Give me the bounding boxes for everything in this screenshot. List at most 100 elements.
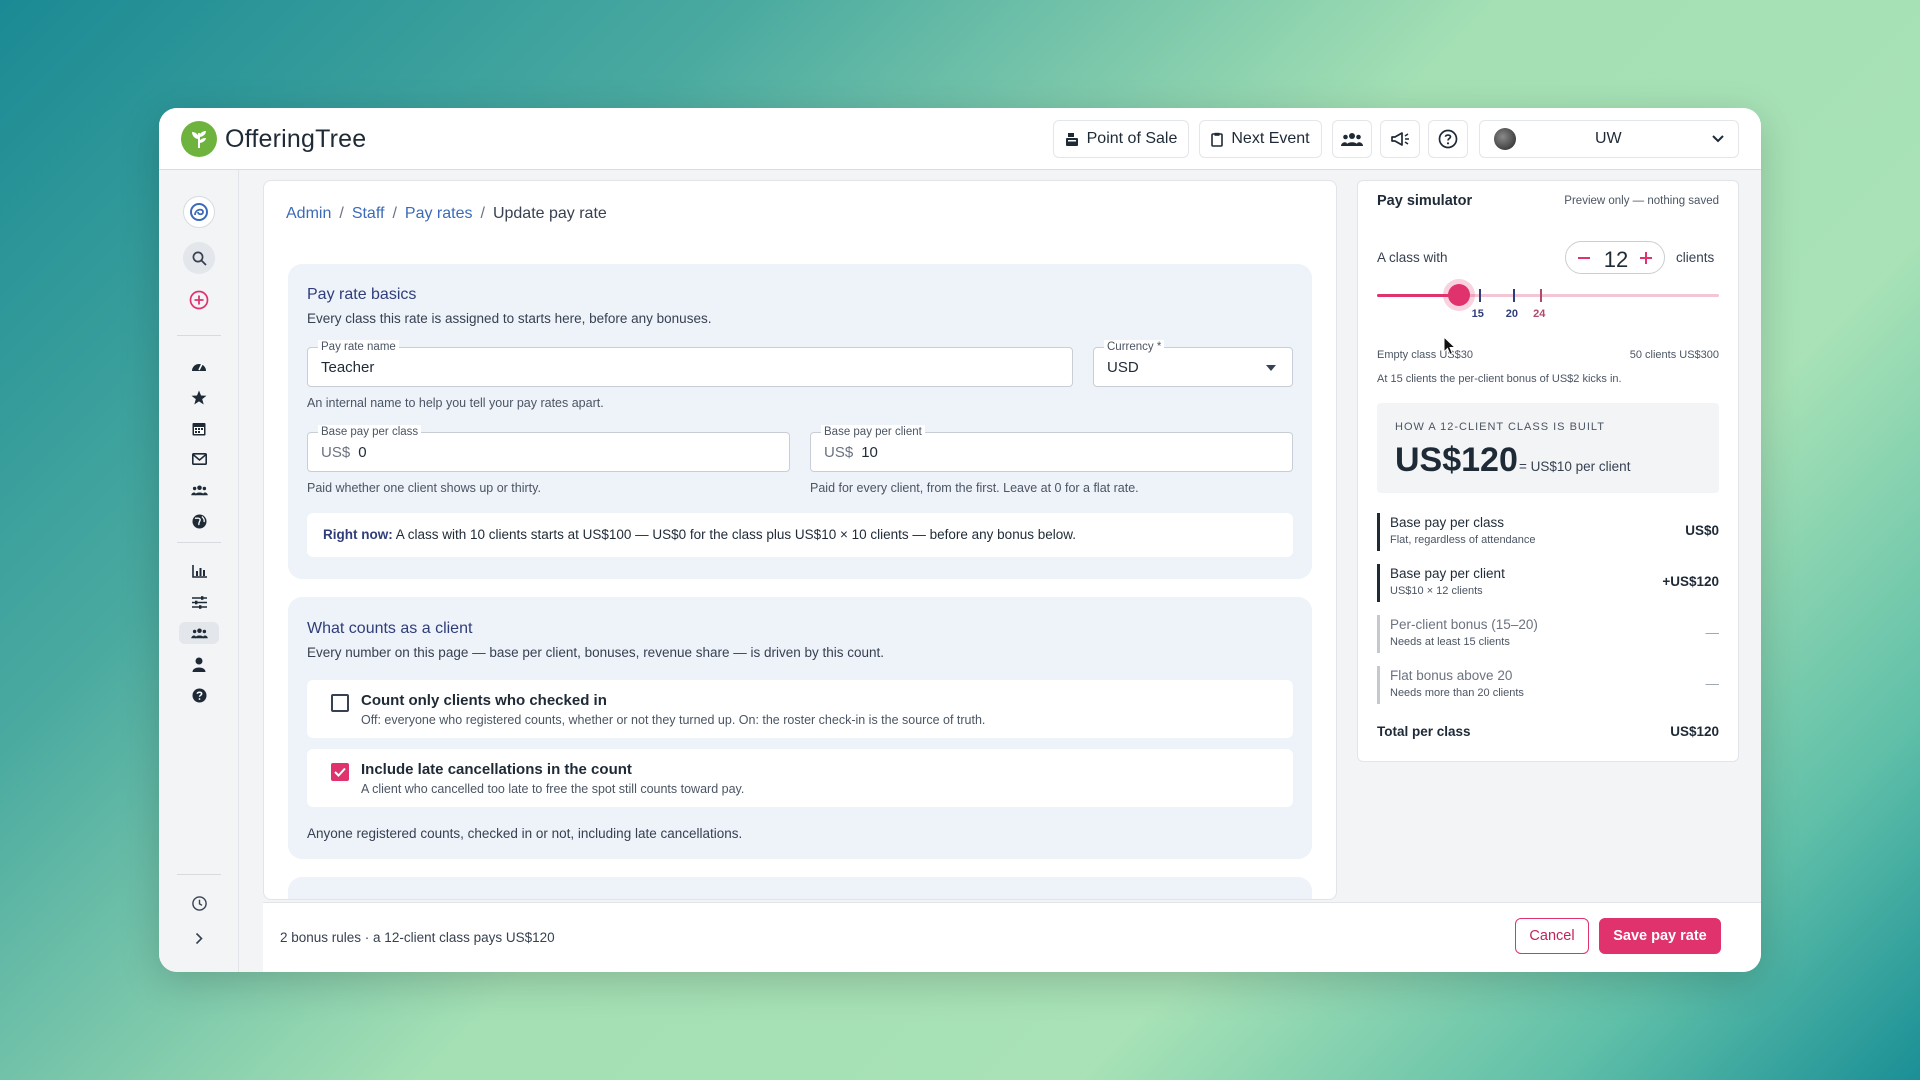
envelope-icon — [191, 453, 207, 465]
slider-tick-label: 24 — [1533, 308, 1546, 320]
question-circle-icon — [192, 688, 206, 702]
client-count-stepper[interactable]: 12 — [1565, 241, 1665, 274]
section-title: Pay rate basics — [307, 286, 417, 303]
clipboard-icon — [1211, 132, 1224, 147]
slider-tick-label: 15 — [1471, 308, 1484, 320]
users-icon — [1341, 133, 1363, 146]
class-with-label: A class with — [1377, 250, 1448, 265]
community-button[interactable] — [1332, 120, 1372, 158]
users-icon — [190, 628, 208, 639]
rail-favorites[interactable] — [183, 381, 215, 413]
rail-settings[interactable] — [183, 586, 215, 618]
avatar — [1494, 128, 1516, 150]
save-pay-rate-button[interactable]: Save pay rate — [1599, 918, 1721, 954]
pay-rate-name-help: An internal name to help you tell your p… — [307, 396, 604, 410]
decrement-button[interactable] — [1574, 247, 1594, 269]
left-navigation-rail — [159, 170, 239, 972]
breadcrumb-staff-link[interactable]: Staff — [352, 205, 385, 222]
checkmark-icon — [334, 767, 346, 777]
rail-add-button[interactable] — [183, 284, 215, 316]
rail-divider — [177, 335, 221, 336]
slider-fill — [1377, 294, 1460, 297]
range-min-label: Empty class US$30 — [1377, 349, 1473, 361]
currency-select[interactable]: Currency * USD — [1093, 340, 1293, 387]
announcements-button[interactable] — [1380, 120, 1420, 158]
top-bar: OfferingTree Point of Sale Next Event UW — [159, 108, 1761, 170]
rail-messages[interactable] — [183, 443, 215, 475]
client-count-value[interactable]: 12 — [1596, 247, 1636, 273]
increment-button[interactable] — [1636, 247, 1656, 269]
slider-tick-label: 20 — [1505, 308, 1519, 320]
section-subtitle: Every number on this page — base per cli… — [307, 645, 885, 660]
late-cancellations-option[interactable]: Include late cancellations in the count … — [307, 749, 1293, 807]
rail-history[interactable] — [183, 887, 215, 919]
gauge-icon — [192, 363, 206, 371]
star-icon — [191, 390, 207, 404]
breadcrumb-pay-rates-link[interactable]: Pay rates — [405, 205, 473, 222]
range-max-label: 50 clients US$300 — [1629, 349, 1719, 361]
checked-in-only-checkbox[interactable] — [331, 694, 349, 712]
rail-calendar[interactable] — [183, 412, 215, 444]
users-icon — [190, 485, 208, 496]
form-action-bar: 2 bonus rules · a 12-client class pays U… — [263, 902, 1761, 972]
rail-help[interactable] — [183, 679, 215, 711]
help-button[interactable] — [1428, 120, 1468, 158]
user-menu-button[interactable]: UW — [1479, 120, 1739, 158]
swirl-logo-icon — [190, 203, 208, 221]
slider-thumb[interactable] — [1448, 284, 1471, 306]
chevron-right-icon — [195, 932, 203, 944]
rail-clients[interactable] — [183, 474, 215, 506]
breadcrumb: Admin / Staff / Pay rates / Update pay rate — [286, 205, 607, 222]
cancel-button[interactable]: Cancel — [1515, 918, 1589, 954]
pay-rate-form-panel: Admin / Staff / Pay rates / Update pay rate Pa… — [263, 180, 1337, 900]
checked-in-only-option[interactable]: Count only clients who checked in Off: e… — [307, 680, 1293, 738]
rail-dashboard[interactable] — [183, 350, 215, 382]
late-cancellations-checkbox[interactable] — [331, 763, 349, 781]
plus-circle-icon — [189, 290, 209, 310]
next-event-button[interactable]: Next Event — [1199, 120, 1322, 158]
rail-staff[interactable] — [179, 622, 219, 644]
section-title: What counts as a client — [307, 620, 473, 637]
breadcrumb-admin-link[interactable]: Admin — [286, 205, 331, 222]
simulator-title: Pay simulator — [1377, 193, 1473, 209]
clients-label: clients — [1676, 250, 1715, 265]
question-circle-icon — [1438, 129, 1458, 149]
globe-icon — [192, 514, 206, 528]
client-count-slider[interactable]: 15 20 24 — [1377, 281, 1719, 321]
rail-divider — [177, 542, 221, 543]
threshold-note: At 15 clients the per-client bonus of US… — [1377, 373, 1622, 385]
app-logo[interactable]: OfferingTree — [181, 121, 366, 157]
leaf-logo-icon — [181, 121, 217, 157]
pay-rate-name-field[interactable]: Pay rate name Teacher — [307, 340, 1073, 387]
rail-website[interactable] — [183, 505, 215, 537]
pay-simulator-panel: Pay simulator Preview only — nothing sav… — [1357, 180, 1739, 762]
minus-icon — [1578, 257, 1590, 259]
rail-reports[interactable] — [183, 555, 215, 587]
base-pay-per-class-field[interactable]: Base pay per class US$ 0 — [307, 425, 790, 472]
app-name: OfferingTree — [225, 124, 367, 153]
client-count-card: What counts as a client Every number on … — [288, 597, 1312, 859]
total-value: US$120 — [1670, 724, 1719, 739]
mouse-cursor-icon — [1443, 336, 1457, 356]
plus-icon — [1640, 252, 1652, 264]
class-breakdown-summary: How a 12-client class is built US$120 = … — [1377, 403, 1719, 493]
rail-brand-button[interactable] — [183, 196, 215, 228]
app-window: OfferingTree Point of Sale Next Event UW — [159, 108, 1761, 972]
calendar-icon — [192, 422, 206, 435]
point-of-sale-button[interactable]: Point of Sale — [1053, 120, 1189, 158]
rail-account[interactable] — [183, 648, 215, 680]
section-subtitle: Every class this rate is assigned to sta… — [307, 311, 712, 326]
user-initials: UW — [1595, 130, 1622, 147]
built-total: US$120 — [1395, 441, 1518, 479]
rail-search-button[interactable] — [183, 242, 215, 274]
user-icon — [192, 657, 206, 672]
base-pay-per-client-field[interactable]: Base pay per client US$ 10 — [810, 425, 1293, 472]
rail-expand-button[interactable] — [183, 922, 215, 954]
breakdown-line: Per-client bonus (15–20) Needs at least … — [1377, 615, 1719, 653]
breadcrumb-current: Update pay rate — [492, 205, 607, 222]
slider-tick-mark — [1478, 289, 1481, 302]
clock-icon — [191, 895, 207, 911]
right-now-callout: Right now: A class with 10 clients start… — [307, 513, 1293, 557]
chevron-down-icon — [1712, 135, 1724, 143]
bar-chart-icon — [191, 564, 207, 578]
